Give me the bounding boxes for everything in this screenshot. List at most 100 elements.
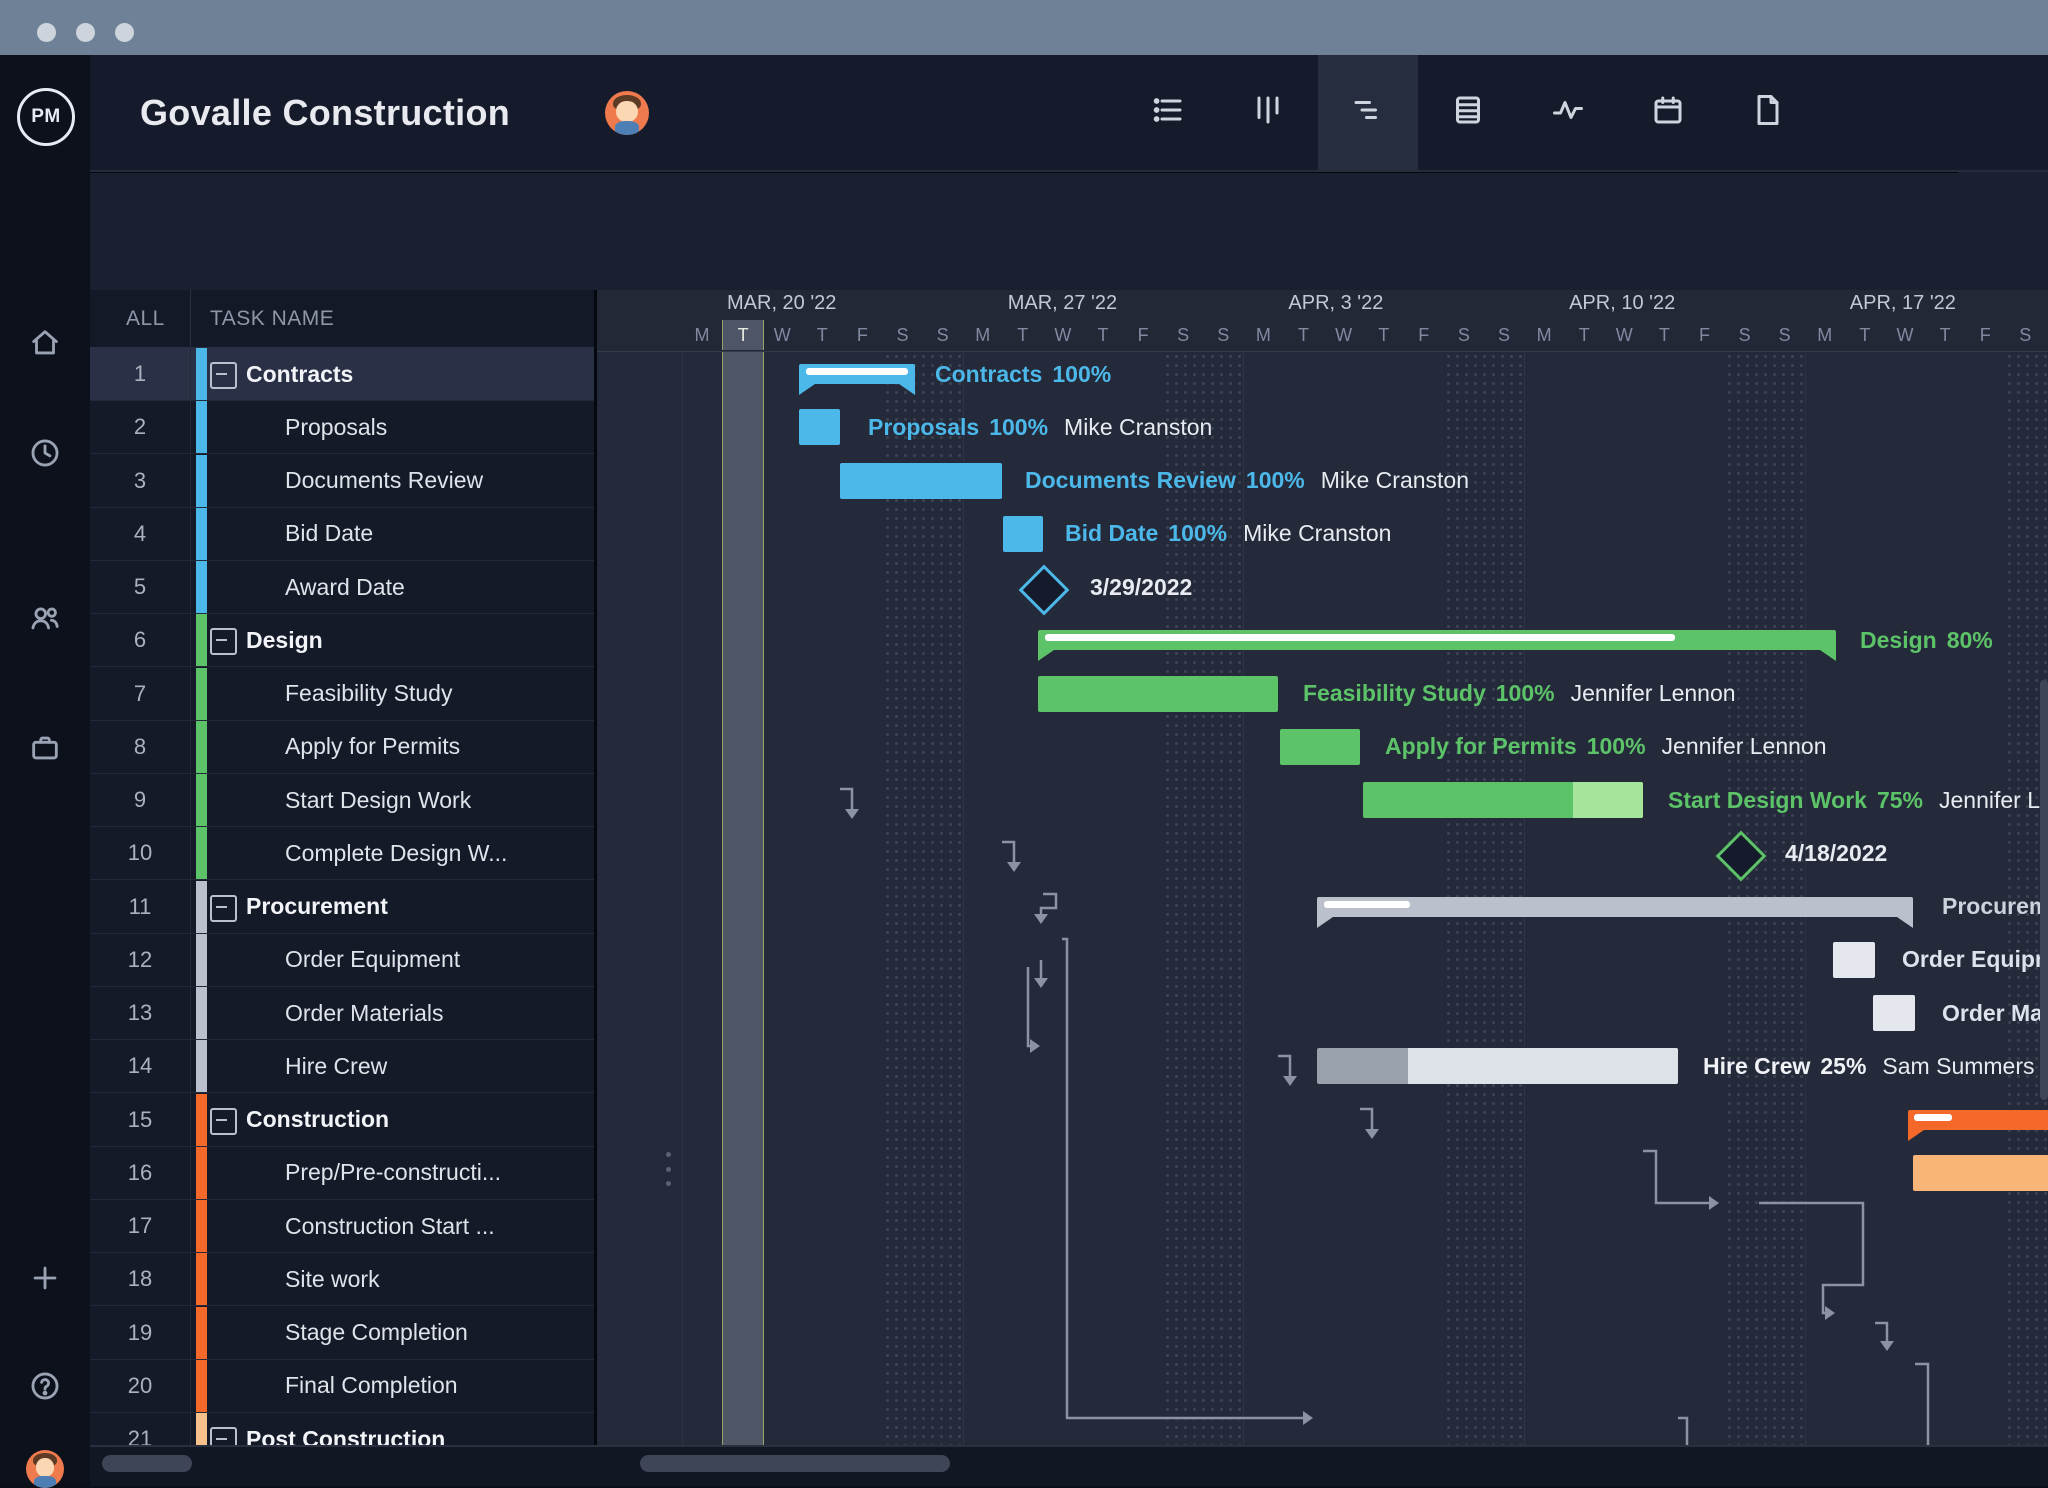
task-row-16[interactable]: 16 Prep/Pre-constructi...	[90, 1145, 594, 1200]
task-row-18[interactable]: 18 Site work	[90, 1252, 594, 1307]
task-row-3[interactable]: 3 Documents Review	[90, 453, 594, 508]
sidebar-plus-icon[interactable]	[0, 1255, 90, 1301]
task-name[interactable]: Documents Review	[285, 454, 483, 508]
task-color-bar	[196, 827, 207, 880]
task-row-20[interactable]: 20 Final Completion	[90, 1358, 594, 1413]
week-label: APR, 17 '22	[1849, 292, 1956, 314]
view-tab-kanban[interactable]	[1218, 55, 1318, 170]
collapse-toggle-icon[interactable]	[210, 628, 237, 656]
task-color-bar	[196, 614, 207, 667]
task-row-19[interactable]: 19 Stage Completion	[90, 1305, 594, 1360]
task-panel-scrollbar-thumb[interactable]	[102, 1455, 192, 1472]
task-name[interactable]: Bid Date	[285, 507, 373, 561]
day-letter: T	[1378, 324, 1390, 345]
project-owner-avatar[interactable]	[605, 91, 649, 135]
task-bar[interactable]	[1873, 995, 1915, 1031]
task-name[interactable]: Feasibility Study	[285, 667, 452, 721]
bar-label-name: Bid Date	[1065, 520, 1159, 547]
column-header-all[interactable]: ALL	[126, 290, 165, 347]
view-tab-document[interactable]	[1718, 55, 1818, 170]
window-control-dot[interactable]	[37, 23, 56, 42]
bar-label-name: Start Design Work	[1668, 786, 1867, 813]
task-row-8[interactable]: 8 Apply for Permits	[90, 719, 594, 774]
task-name[interactable]: Construction Start ...	[285, 1199, 495, 1253]
task-name[interactable]: Complete Design W...	[285, 826, 507, 880]
task-row-5[interactable]: 5 Award Date	[90, 560, 594, 614]
sidebar-users-icon[interactable]	[0, 595, 90, 641]
task-name[interactable]: Apply for Permits	[285, 720, 460, 774]
task-row-14[interactable]: 14 Hire Crew	[90, 1039, 594, 1094]
task-name[interactable]: Order Materials	[285, 986, 443, 1040]
bar-label-name: Documents Review	[1025, 467, 1236, 493]
task-name[interactable]: Hire Crew	[285, 1039, 387, 1093]
sidebar-help-icon[interactable]	[0, 1363, 90, 1409]
task-row-6[interactable]: 6 Design	[90, 613, 594, 668]
view-tab-gantt-active[interactable]	[1318, 55, 1418, 170]
milestone-diamond[interactable]	[1018, 564, 1070, 616]
row-number: 17	[127, 1213, 153, 1238]
row-number: 3	[133, 467, 147, 493]
task-row-17[interactable]: 17 Construction Start ...	[90, 1199, 594, 1253]
bar-label: Order Equipment0%	[1902, 933, 2048, 987]
task-bar[interactable]	[1038, 675, 1278, 712]
column-header-taskname[interactable]: TASK NAME	[210, 290, 334, 347]
view-tab-sheet[interactable]	[1418, 55, 1518, 170]
bar-label-name: Feasibility Study	[1303, 680, 1486, 706]
task-name[interactable]: Final Completion	[285, 1359, 458, 1413]
collapse-toggle-icon[interactable]	[210, 1107, 237, 1135]
day-letter: S	[1497, 324, 1510, 345]
task-row-9[interactable]: 9 Start Design Work	[90, 773, 594, 827]
user-avatar[interactable]	[26, 1450, 64, 1488]
task-row-1[interactable]: 1 Contracts	[90, 347, 594, 401]
task-name[interactable]: Prep/Pre-constructi...	[285, 1146, 501, 1200]
task-name[interactable]: Construction	[246, 1093, 389, 1147]
collapse-toggle-icon[interactable]	[210, 1427, 237, 1445]
task-row-11[interactable]: 11 Procurement	[90, 879, 594, 934]
task-bar[interactable]	[840, 462, 1002, 499]
gantt-scrollbar-thumb[interactable]	[640, 1455, 950, 1472]
view-tab-calendar[interactable]	[1618, 55, 1718, 170]
task-name[interactable]: Procurement	[246, 880, 388, 934]
task-name[interactable]: Stage Completion	[285, 1306, 468, 1360]
view-tab-activity[interactable]	[1518, 55, 1618, 170]
task-row-15[interactable]: 15 Construction	[90, 1092, 594, 1147]
window-control-dot[interactable]	[76, 23, 95, 42]
task-row-21[interactable]: 21 Post Construction	[90, 1412, 594, 1445]
collapse-toggle-icon[interactable]	[210, 894, 237, 922]
vertical-scrollbar-thumb[interactable]	[2040, 680, 2048, 1100]
day-letter: S	[896, 324, 909, 345]
sidebar-clock-icon[interactable]	[0, 430, 90, 476]
week-label: MAR, 20 '22	[727, 292, 837, 314]
window-control-dot[interactable]	[115, 23, 134, 42]
summary-progress-stripe	[1045, 634, 1675, 642]
sidebar-briefcase-icon[interactable]	[0, 725, 90, 771]
task-name[interactable]: Site work	[285, 1252, 380, 1306]
bar-label: Procurement19%	[1942, 880, 2048, 934]
panel-resize-handle[interactable]	[666, 1152, 672, 1186]
task-row-4[interactable]: 4 Bid Date	[90, 506, 594, 561]
task-bar[interactable]	[1913, 1154, 2048, 1191]
day-letter: F	[856, 324, 868, 345]
bar-label: Design 80%	[1860, 613, 1993, 667]
task-name[interactable]: Order Equipment	[285, 933, 460, 987]
task-name[interactable]: Proposals	[285, 400, 387, 454]
task-name[interactable]: Design	[246, 613, 323, 667]
task-row-13[interactable]: 13 Order Materials	[90, 986, 594, 1040]
task-name[interactable]: Contracts	[246, 347, 353, 401]
task-row-12[interactable]: 12 Order Equipment	[90, 932, 594, 987]
task-name[interactable]: Award Date	[285, 560, 405, 614]
task-bar[interactable]	[1280, 728, 1360, 765]
task-bar[interactable]	[1833, 941, 1875, 978]
task-row-2[interactable]: 2 Proposals	[90, 400, 594, 455]
bar-label-percent: 100%	[989, 413, 1049, 440]
collapse-toggle-icon[interactable]	[210, 362, 237, 389]
task-bar[interactable]	[1003, 515, 1043, 552]
task-row-10[interactable]: 10 Complete Design W...	[90, 826, 594, 881]
task-name[interactable]: Start Design Work	[285, 773, 471, 827]
pm-logo[interactable]: PM	[17, 88, 75, 146]
sidebar-home-icon[interactable]	[0, 320, 90, 366]
task-bar[interactable]	[799, 409, 840, 446]
view-tab-list[interactable]	[1118, 55, 1218, 170]
task-name[interactable]: Post Construction	[246, 1412, 445, 1446]
task-row-7[interactable]: 7 Feasibility Study	[90, 666, 594, 721]
